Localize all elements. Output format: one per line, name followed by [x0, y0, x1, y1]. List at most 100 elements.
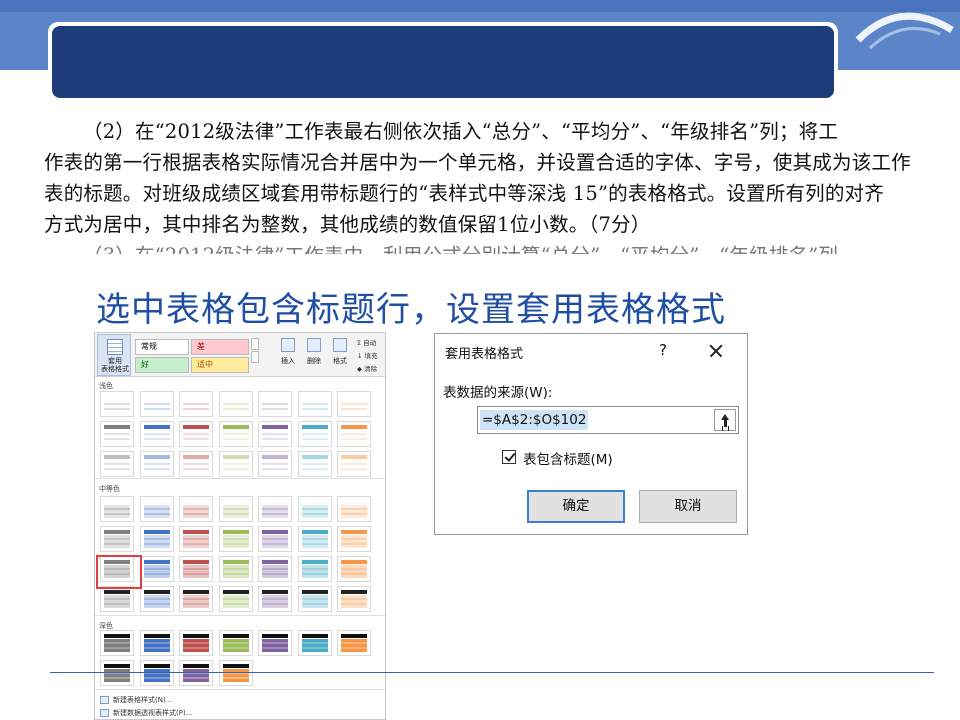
table-style-swatch[interactable] — [297, 526, 332, 552]
table-style-swatch[interactable] — [297, 451, 332, 477]
table-style-swatch[interactable] — [179, 391, 213, 417]
data-range-input[interactable]: =$A$2:$O$102 — [477, 406, 739, 434]
cell-style-bad[interactable]: 差 — [191, 339, 249, 355]
insert-icon — [281, 338, 295, 352]
close-icon[interactable] — [703, 338, 729, 364]
table-style-swatch[interactable] — [139, 526, 174, 552]
table-style-swatch[interactable] — [179, 421, 213, 447]
table-style-swatch[interactable] — [179, 526, 213, 552]
table-style-swatch[interactable] — [297, 496, 332, 522]
table-style-swatch[interactable] — [297, 556, 332, 582]
section-divider — [95, 478, 385, 479]
table-style-swatch[interactable] — [218, 526, 253, 552]
table-style-swatch[interactable] — [139, 586, 174, 612]
table-style-swatch[interactable] — [258, 556, 292, 582]
table-style-gallery: 套用 表格格式 常规 差 好 适中 插入 删除 格式 Σ 自动 ↓ 填充 ◆ 清… — [94, 332, 386, 720]
has-headers-label[interactable]: 表包含标题(M) — [523, 448, 613, 468]
format-as-table-button[interactable]: 套用 表格格式 — [97, 334, 131, 376]
table-style-swatch[interactable] — [139, 556, 174, 582]
table-style-swatch[interactable] — [139, 630, 174, 656]
table-style-swatch[interactable] — [100, 526, 134, 552]
table-style-swatch[interactable] — [297, 586, 332, 612]
table-style-swatch[interactable] — [179, 630, 213, 656]
autosum-button[interactable]: Σ 自动 — [357, 337, 385, 347]
table-style-swatch[interactable] — [218, 660, 253, 686]
table-style-swatch[interactable] — [100, 391, 134, 417]
table-style-swatch[interactable] — [139, 391, 174, 417]
fill-button[interactable]: ↓ 填充 — [357, 350, 385, 360]
cell-style-neutral[interactable]: 适中 — [191, 357, 249, 373]
table-style-swatch[interactable] — [337, 391, 371, 417]
table-style-swatch[interactable] — [297, 391, 332, 417]
new-table-style-command[interactable]: 新建表格样式(N)... — [113, 695, 172, 705]
cell-style-normal[interactable]: 常规 — [135, 339, 189, 355]
slide: （2）在“2012级法律”工作表最右侧依次插入“总分”、“平均分”、“年级排名”… — [0, 0, 960, 720]
dialog-title: 套用表格格式 — [445, 347, 524, 362]
table-style-swatch[interactable] — [218, 586, 253, 612]
format-button[interactable]: 格式 — [327, 336, 353, 374]
insert-button[interactable]: 插入 — [275, 336, 301, 374]
table-style-swatch[interactable] — [218, 451, 253, 477]
table-style-swatch[interactable] — [337, 556, 371, 582]
new-pivot-style-icon — [100, 709, 109, 717]
table-style-swatch[interactable] — [258, 526, 292, 552]
delete-button[interactable]: 删除 — [301, 336, 327, 374]
table-style-swatch[interactable] — [337, 630, 371, 656]
table-style-swatch[interactable] — [297, 421, 332, 447]
table-style-swatch[interactable] — [218, 496, 253, 522]
table-style-swatch[interactable] — [258, 451, 292, 477]
table-style-swatch[interactable] — [100, 586, 134, 612]
table-style-swatch[interactable] — [179, 496, 213, 522]
table-style-swatch[interactable] — [179, 586, 213, 612]
table-style-swatch[interactable] — [218, 391, 253, 417]
table-style-swatch[interactable] — [100, 496, 134, 522]
table-style-swatch[interactable] — [337, 496, 371, 522]
format-as-table-label: 套用 表格格式 — [101, 357, 129, 373]
cell-style-good[interactable]: 好 — [135, 357, 189, 373]
table-style-swatch[interactable] — [258, 496, 292, 522]
cell-styles-scroll-up[interactable] — [251, 338, 259, 350]
section-divider — [95, 615, 385, 616]
table-style-swatch[interactable] — [337, 586, 371, 612]
table-style-swatch[interactable] — [258, 391, 292, 417]
clear-button[interactable]: ◆ 清除 — [357, 363, 385, 373]
table-style-swatch[interactable] — [218, 556, 253, 582]
insert-label: 插入 — [281, 357, 295, 365]
table-style-swatch[interactable] — [139, 451, 174, 477]
table-style-swatch[interactable] — [139, 660, 174, 686]
new-table-style-icon — [100, 696, 109, 704]
table-style-swatch[interactable] — [179, 451, 213, 477]
table-style-swatch[interactable] — [139, 496, 174, 522]
table-style-swatch[interactable] — [100, 451, 134, 477]
table-style-swatch[interactable] — [100, 630, 134, 656]
title-banner-fill — [52, 26, 834, 98]
table-style-swatch[interactable] — [218, 630, 253, 656]
table-style-swatch[interactable] — [258, 421, 292, 447]
table-style-swatch[interactable] — [258, 586, 292, 612]
cell-styles-scroll-down[interactable] — [251, 351, 259, 363]
ok-button[interactable]: 确定 — [527, 490, 625, 523]
table-style-swatch[interactable] — [139, 421, 174, 447]
new-pivot-style-command[interactable]: 新建数据透视表样式(P)... — [113, 708, 192, 718]
table-style-swatch[interactable] — [179, 556, 213, 582]
title-banner — [48, 22, 838, 102]
format-as-table-dialog: 套用表格格式 ? 表数据的来源(W): =$A$2:$O$102 表包含标题(M… — [434, 333, 748, 535]
table-style-swatch[interactable] — [337, 451, 371, 477]
cancel-button[interactable]: 取消 — [639, 490, 737, 523]
has-headers-checkbox[interactable] — [502, 450, 516, 464]
help-button[interactable]: ? — [653, 341, 673, 359]
data-source-label: 表数据的来源(W): — [443, 385, 553, 401]
table-style-swatch[interactable] — [297, 630, 332, 656]
table-style-swatch[interactable] — [218, 421, 253, 447]
table-style-swatch[interactable] — [258, 630, 292, 656]
ribbon: 套用 表格格式 常规 差 好 适中 插入 删除 格式 Σ 自动 ↓ 填充 ◆ 清… — [95, 333, 385, 377]
delete-label: 删除 — [307, 357, 321, 365]
table-style-swatch[interactable] — [337, 526, 371, 552]
section-medium-label: 中等色 — [99, 485, 120, 493]
table-style-swatch[interactable] — [337, 421, 371, 447]
header-stripe — [0, 0, 960, 12]
collapse-dialog-icon[interactable] — [714, 409, 736, 431]
table-style-swatch[interactable] — [179, 660, 213, 686]
table-style-swatch[interactable] — [100, 660, 134, 686]
table-style-swatch[interactable] — [100, 421, 134, 447]
